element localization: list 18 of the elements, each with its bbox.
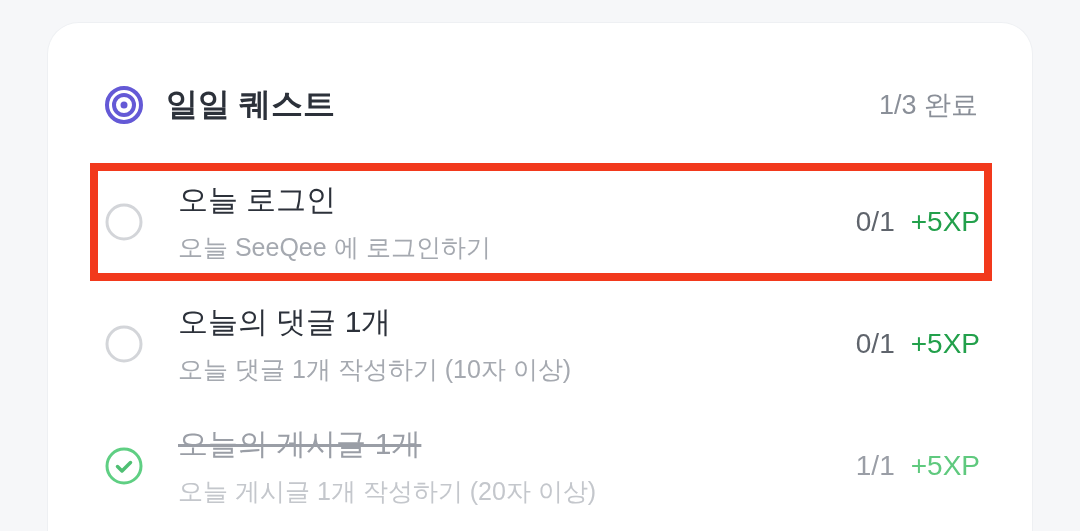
check-circle-icon[interactable] bbox=[104, 446, 144, 486]
empty-circle-icon[interactable] bbox=[104, 202, 144, 242]
quest-title: 오늘의 게시글 1개 bbox=[178, 426, 422, 462]
progress-text: 1/3 완료 bbox=[878, 89, 978, 122]
quest-title: 오늘의 댓글 1개 bbox=[178, 304, 392, 340]
quest-description: 오늘 게시글 1개 작성하기 (20자 이상) bbox=[178, 476, 597, 507]
empty-circle-icon[interactable] bbox=[104, 324, 144, 364]
quest-title: 오늘 로그인 bbox=[178, 182, 337, 218]
quest-description: 오늘 SeeQee 에 로그인하기 bbox=[178, 232, 491, 263]
card-title: 일일 퀘스트 bbox=[166, 85, 336, 124]
quest-description: 오늘 댓글 1개 작성하기 (10자 이상) bbox=[178, 354, 572, 385]
quest-count: 0/1 bbox=[855, 328, 895, 360]
xp-reward: +5XP bbox=[910, 328, 980, 360]
xp-reward: +5XP bbox=[910, 450, 980, 482]
quest-count: 0/1 bbox=[855, 206, 895, 238]
target-icon bbox=[104, 85, 144, 125]
quest-count: 1/1 bbox=[855, 450, 895, 482]
xp-reward: +5XP bbox=[910, 206, 980, 238]
